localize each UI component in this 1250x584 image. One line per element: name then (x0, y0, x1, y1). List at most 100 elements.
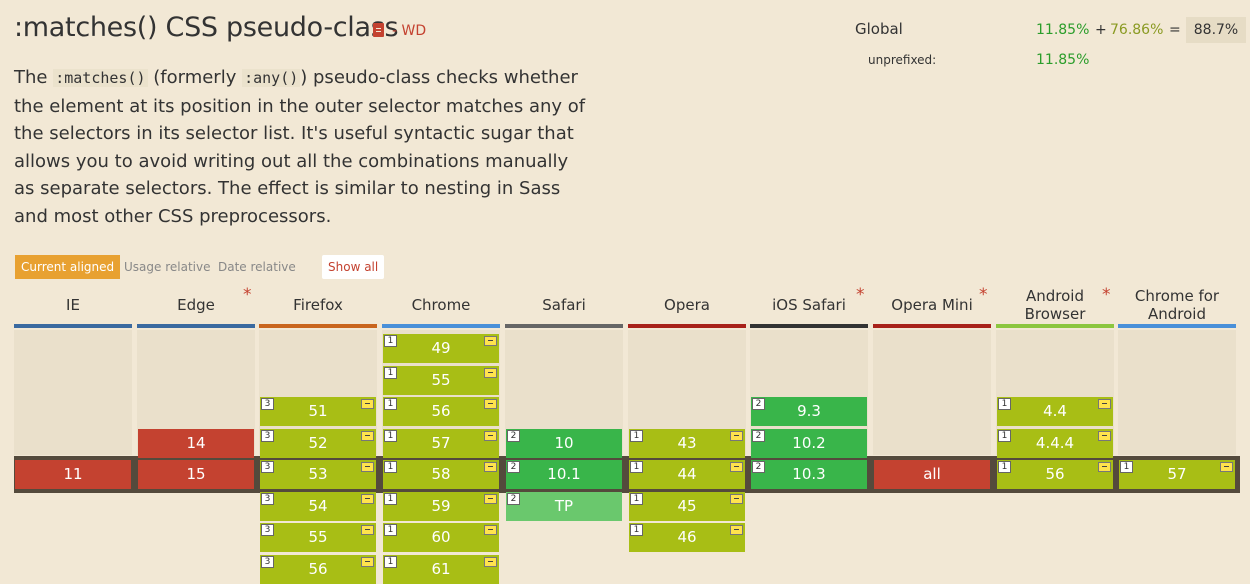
version-cell[interactable]: 60 1 (383, 523, 499, 552)
browser-note-asterisk: * (1102, 285, 1111, 305)
version-label: 10.1 (547, 465, 581, 483)
note-number: 2 (752, 398, 765, 410)
version-label: 11 (63, 465, 83, 483)
browser-header-firefox[interactable]: Firefox (259, 283, 377, 328)
version-cell[interactable]: 10 2 (506, 429, 622, 458)
browser-name: Edge (177, 295, 215, 314)
prefix-flag-icon (1220, 462, 1233, 472)
version-cell[interactable]: 56 3 (260, 555, 376, 584)
version-cell[interactable]: 10.3 2 (751, 460, 867, 489)
version-label: 57 (1167, 465, 1187, 483)
version-cell[interactable]: 53 3 (260, 460, 376, 489)
prefix-flag-icon (730, 462, 743, 472)
version-label: 14 (186, 434, 206, 452)
version-cell[interactable]: 59 1 (383, 492, 499, 521)
browser-header-safari[interactable]: Safari (505, 283, 623, 328)
version-cell[interactable]: 56 1 (383, 397, 499, 426)
version-label: 52 (308, 434, 328, 452)
browser-name: IE (66, 295, 80, 314)
version-cell[interactable]: 44 1 (629, 460, 745, 489)
desc-text: The (14, 67, 54, 88)
version-cell[interactable]: 58 1 (383, 460, 499, 489)
prefix-flag-icon (484, 368, 497, 378)
version-label: 56 (1045, 465, 1065, 483)
prefix-flag-icon (484, 399, 497, 409)
browser-note-asterisk: * (243, 285, 252, 305)
version-cell[interactable]: 52 3 (260, 429, 376, 458)
note-number: 1 (1120, 461, 1133, 473)
version-cell[interactable]: 55 1 (383, 366, 499, 395)
version-label: 45 (677, 497, 697, 515)
note-number: 1 (384, 367, 397, 379)
version-cell[interactable]: 57 1 (1119, 460, 1235, 489)
browser-header-chrome[interactable]: Chrome (382, 283, 500, 328)
global-partial-support: 76.86% (1110, 22, 1164, 38)
plus-sign: + (1095, 22, 1107, 38)
mode-usage-relative-button[interactable]: Usage relative (118, 255, 216, 279)
note-number: 1 (384, 493, 397, 505)
feature-description: The :matches() (formerly :any()) pseudo-… (14, 64, 594, 231)
note-number: 1 (998, 430, 1011, 442)
version-cell[interactable]: 14 (138, 429, 254, 458)
browser-header-ie[interactable]: IE (14, 283, 132, 328)
browser-column-background (1118, 330, 1236, 455)
version-cell[interactable]: 46 1 (629, 523, 745, 552)
version-cell[interactable]: all (874, 460, 990, 489)
version-cell[interactable]: 49 1 (383, 334, 499, 363)
note-number: 3 (261, 524, 274, 536)
version-cell[interactable]: 51 3 (260, 397, 376, 426)
version-cell[interactable]: 57 1 (383, 429, 499, 458)
note-number: 2 (752, 430, 765, 442)
prefix-flag-icon (361, 557, 374, 567)
spec-document-icon[interactable] (373, 23, 384, 37)
unprefixed-label: unprefixed: (868, 53, 937, 67)
note-number: 1 (384, 556, 397, 568)
version-cell[interactable]: 4.4 1 (997, 397, 1113, 426)
version-cell[interactable]: 10.2 2 (751, 429, 867, 458)
version-cell[interactable]: 43 1 (629, 429, 745, 458)
note-number: 1 (998, 398, 1011, 410)
browser-color-bar (137, 324, 255, 328)
version-label: 4.4.4 (1035, 434, 1075, 452)
version-cell[interactable]: TP 2 (506, 492, 622, 521)
version-cell[interactable]: 4.4.4 1 (997, 429, 1113, 458)
version-cell[interactable]: 55 3 (260, 523, 376, 552)
prefix-flag-icon (1098, 431, 1111, 441)
browser-name: Opera (664, 295, 710, 314)
prefix-flag-icon (361, 494, 374, 504)
spec-status[interactable]: - WD (392, 23, 426, 39)
version-cell[interactable]: 9.3 2 (751, 397, 867, 426)
prefix-flag-icon (484, 462, 497, 472)
version-label: 10.3 (792, 465, 826, 483)
version-cell[interactable]: 11 (15, 460, 131, 489)
version-cell[interactable]: 15 (138, 460, 254, 489)
browser-header-ios-safari[interactable]: iOS Safari (750, 283, 868, 328)
version-label: 58 (431, 465, 451, 483)
version-label: 46 (677, 528, 697, 546)
version-cell[interactable]: 54 3 (260, 492, 376, 521)
browser-header-android-browser[interactable]: Android Browser (996, 283, 1114, 328)
note-number: 2 (507, 493, 520, 505)
version-label: 49 (431, 339, 451, 357)
note-number: 1 (630, 493, 643, 505)
version-label: 9.3 (797, 402, 821, 420)
prefix-flag-icon (1098, 399, 1111, 409)
mode-date-relative-button[interactable]: Date relative (212, 255, 302, 279)
version-cell[interactable]: 45 1 (629, 492, 745, 521)
browser-header-opera[interactable]: Opera (628, 283, 746, 328)
version-cell[interactable]: 61 1 (383, 555, 499, 584)
browser-color-bar (505, 324, 623, 328)
browser-name: Firefox (293, 295, 343, 314)
browser-column-background (873, 330, 991, 455)
version-cell[interactable]: 56 1 (997, 460, 1113, 489)
browser-header-chrome-for-android[interactable]: Chrome for Android (1118, 283, 1236, 328)
show-all-button[interactable]: Show all (322, 255, 385, 279)
browser-header-opera-mini[interactable]: Opera Mini (873, 283, 991, 328)
version-label: 61 (431, 560, 451, 578)
mode-current-aligned-button[interactable]: Current aligned (15, 255, 121, 279)
note-number: 2 (507, 461, 520, 473)
browser-header-edge[interactable]: Edge (137, 283, 255, 328)
version-cell[interactable]: 10.1 2 (506, 460, 622, 489)
browser-name: Opera Mini (891, 295, 973, 314)
unprefixed-value: 11.85% (1036, 52, 1090, 68)
